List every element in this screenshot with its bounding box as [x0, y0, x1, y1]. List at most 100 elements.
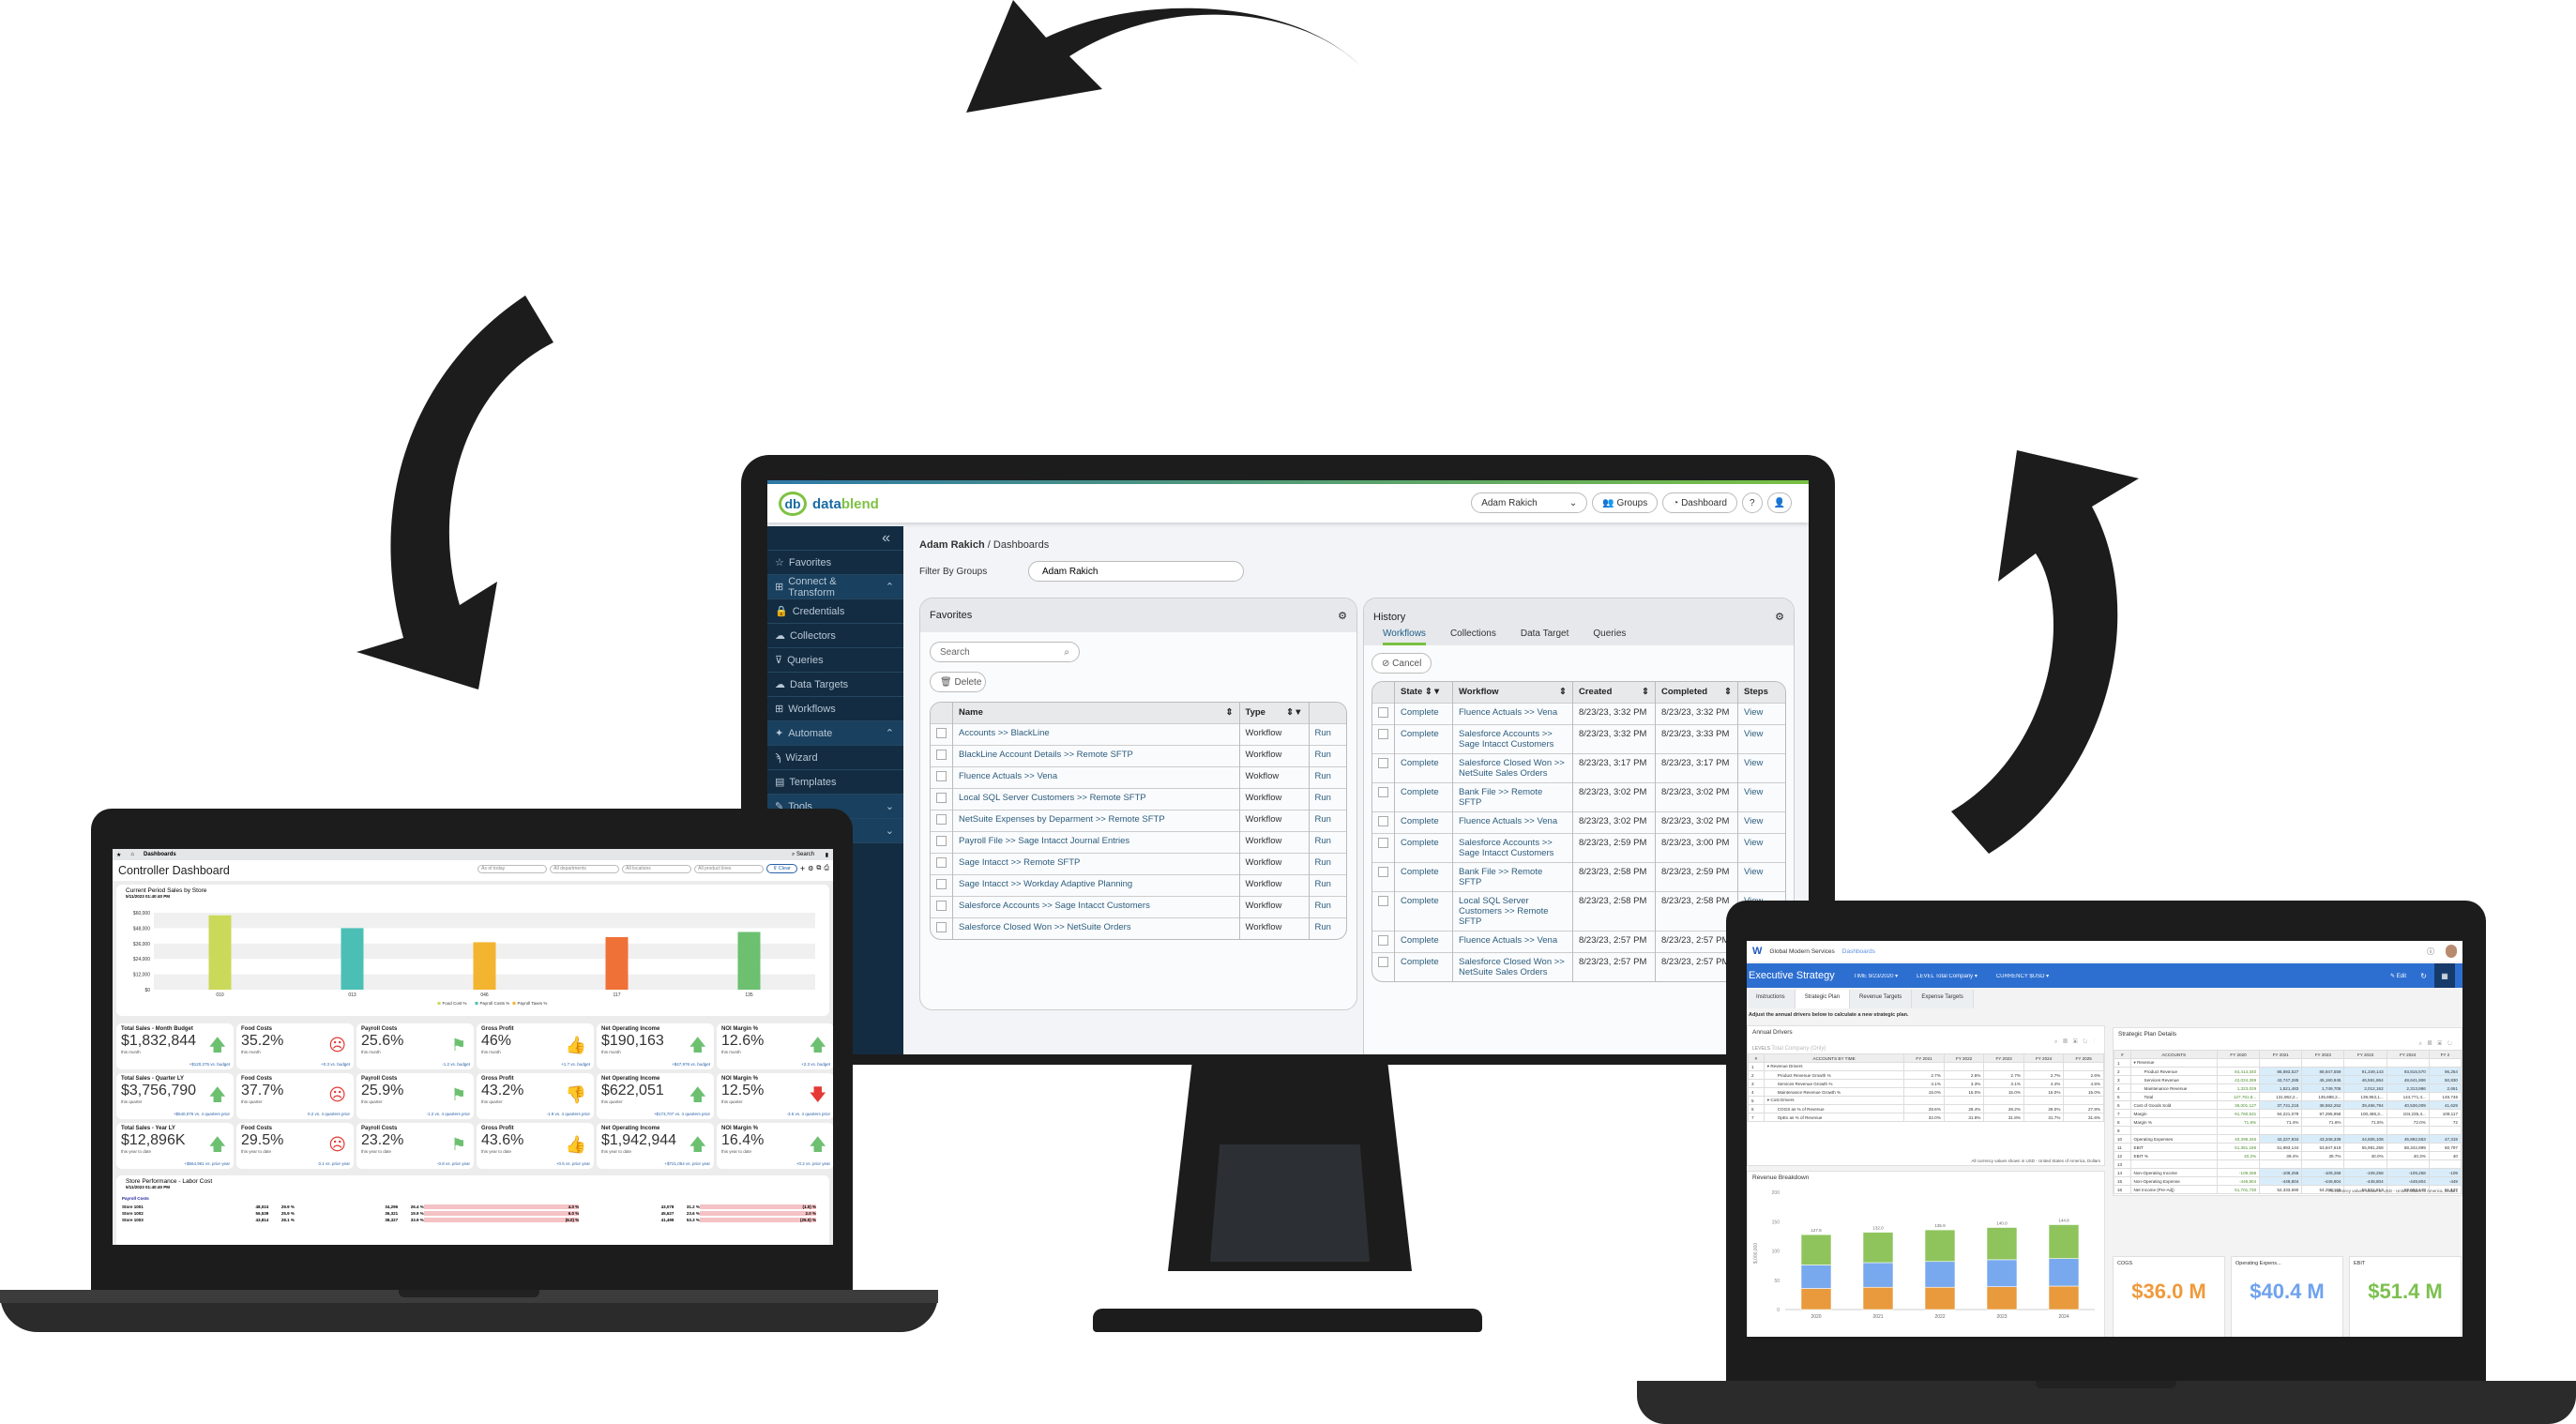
home-icon[interactable]: ⌂: [130, 852, 134, 857]
sidebar-collapse-button[interactable]: «: [767, 526, 903, 551]
copy-icon[interactable]: ⧉: [816, 865, 821, 872]
run-link[interactable]: Run: [1309, 873, 1346, 896]
table-cell[interactable]: -109: [2428, 1168, 2462, 1177]
bar-services-2021[interactable]: [1862, 1262, 1894, 1288]
table-cell[interactable]: 2,661: [2428, 1083, 2462, 1093]
table-cell[interactable]: 31.6%: [2063, 1113, 2104, 1122]
workflow-link[interactable]: Salesforce Closed Won >> NetSuite Orders: [952, 917, 1240, 939]
bar-117[interactable]: [605, 936, 629, 990]
table-cell[interactable]: 2.7%: [1983, 1070, 2024, 1080]
kpi-card[interactable]: Net Operating Income $190,163 this month +$…: [597, 1023, 714, 1069]
run-link[interactable]: Run: [1309, 722, 1346, 745]
table-cell[interactable]: 4.4%: [2023, 1079, 2065, 1088]
table-cell[interactable]: 60,797: [2428, 1143, 2462, 1152]
view-steps-link[interactable]: View: [1737, 781, 1785, 811]
bar-product-2020[interactable]: [1800, 1288, 1832, 1310]
table-cell[interactable]: 45,190,945: [2301, 1075, 2345, 1084]
workflow-link[interactable]: Salesforce Accounts >> Sage Intacct Cust…: [952, 895, 1240, 917]
kpi-card[interactable]: Total Sales - Month Budget $1,832,844 this…: [116, 1023, 234, 1069]
table-cell[interactable]: 38,592,252: [2301, 1100, 2345, 1110]
table-cell[interactable]: -449,804: [2343, 1176, 2387, 1186]
kpi-card[interactable]: Net Operating Income $1,942,944 this year …: [597, 1123, 714, 1169]
run-link[interactable]: Run: [1309, 917, 1346, 939]
table-cell[interactable]: 96,254: [2428, 1067, 2462, 1076]
kpi-card[interactable]: Total Sales - Year LY $12,896K this year t…: [116, 1123, 234, 1169]
table-cell[interactable]: 86,693,527: [2259, 1067, 2303, 1076]
table-cell[interactable]: 51,701,730: [2216, 1185, 2261, 1194]
table-cell[interactable]: -449: [2428, 1176, 2462, 1186]
sidebar-item-templates[interactable]: ▤ Templates: [767, 770, 903, 795]
row-checkbox[interactable]: [1378, 757, 1388, 768]
state-link[interactable]: Complete: [1394, 702, 1453, 724]
table-cell[interactable]: 39.7%: [2301, 1151, 2345, 1160]
table-cell[interactable]: 88,947,559: [2301, 1067, 2345, 1076]
workflow-link[interactable]: BlackLine Account Details >> Remote SFTP: [952, 744, 1240, 766]
kpi-tile[interactable]: Operating Expens... $40.4 M: [2231, 1256, 2343, 1337]
table-cell[interactable]: 72.0%: [2386, 1117, 2430, 1127]
filter-by-groups-input[interactable]: Adam Rakich: [1028, 561, 1244, 582]
state-link[interactable]: Complete: [1394, 930, 1453, 952]
col-workflow[interactable]: Workflow ⇕: [1452, 682, 1573, 703]
star-icon[interactable]: ★: [116, 852, 121, 858]
table-cell[interactable]: 94,221,079: [2259, 1109, 2303, 1118]
time-select[interactable]: TIME 9/23/2020 ▾: [1854, 973, 1898, 979]
table-cell[interactable]: 45,892,553: [2386, 1134, 2430, 1144]
table-cell[interactable]: 144,771,4...: [2386, 1092, 2430, 1101]
workflow-link[interactable]: Salesforce Closed Won >> NetSuite Sales …: [1452, 752, 1573, 782]
print-icon[interactable]: ⎙: [824, 865, 829, 872]
bar-services-2023[interactable]: [1986, 1259, 2018, 1287]
sidebar-item-favorites[interactable]: ☆ Favorites: [767, 551, 903, 575]
kpi-card[interactable]: Gross Profit 43.2% this quarter -1.9 vs. 4 …: [477, 1073, 594, 1119]
bar-product-2022[interactable]: [1924, 1286, 1956, 1310]
table-cell[interactable]: -109,258: [2343, 1168, 2387, 1177]
workflow-link[interactable]: Salesforce Accounts >> Sage Intacct Cust…: [1452, 832, 1573, 862]
tab-collections[interactable]: Collections: [1450, 629, 1496, 645]
table-cell[interactable]: 2.6%: [2063, 1070, 2104, 1080]
table-cell[interactable]: 39.4%: [2259, 1151, 2303, 1160]
chevron-icon[interactable]: ⌄: [886, 800, 894, 812]
table-cell[interactable]: 100,486,3...: [2343, 1109, 2387, 1118]
tab-revenue-targets[interactable]: Revenue Targets: [1850, 990, 1913, 1008]
settings-icon[interactable]: ⚙: [808, 865, 813, 872]
table-cell[interactable]: 51,361,186: [2216, 1143, 2261, 1152]
table-cell[interactable]: 52,333,690: [2259, 1185, 2303, 1194]
grid-view-icon[interactable]: ▦: [2434, 963, 2455, 988]
row-checkbox[interactable]: [936, 878, 947, 889]
col-state[interactable]: State ⇕▼: [1394, 682, 1453, 703]
kpi-card[interactable]: Food Costs 35.2% this month +0.3 vs. budget…: [236, 1023, 354, 1069]
table-cell[interactable]: 15.0%: [2023, 1087, 2065, 1097]
table-cell[interactable]: 71.8%: [2216, 1117, 2261, 1127]
kpi-card[interactable]: Gross Profit 43.6% this year to date +0.5 v…: [477, 1123, 594, 1169]
kpi-card[interactable]: Net Operating Income $622,051 this quarter…: [597, 1073, 714, 1119]
run-link[interactable]: Run: [1309, 744, 1346, 766]
col-completed[interactable]: Completed ⇕: [1655, 682, 1738, 703]
table-cell[interactable]: 31.9%: [1943, 1113, 1985, 1122]
kpi-card[interactable]: Payroll Costs 23.2% this year to date -0.8 …: [356, 1123, 474, 1169]
table-cell[interactable]: 50,830: [2428, 1075, 2462, 1084]
kpi-card[interactable]: Gross Profit 46% this month +1.7 vs. budget…: [477, 1023, 594, 1069]
table-cell[interactable]: 44,505,108: [2343, 1134, 2387, 1144]
run-link[interactable]: Run: [1309, 852, 1346, 874]
table-cell[interactable]: 28.6%: [1903, 1104, 1945, 1113]
groups-button[interactable]: 👥 Groups: [1592, 492, 1659, 513]
kpi-tile[interactable]: COGS $36.0 M: [2113, 1256, 2225, 1337]
table-cell[interactable]: 47,319: [2428, 1134, 2462, 1144]
row-checkbox[interactable]: [936, 813, 947, 825]
dashboards-link[interactable]: Dashboards: [1842, 948, 1875, 955]
plan-toolbar[interactable]: ⌕▤▣↻: [2418, 1041, 2458, 1048]
chevron-icon[interactable]: ⌃: [886, 581, 894, 593]
table-cell[interactable]: 72: [2428, 1117, 2462, 1127]
table-cell[interactable]: 1,323,029: [2216, 1083, 2261, 1093]
row-checkbox[interactable]: [936, 727, 947, 738]
row-checkbox[interactable]: [936, 900, 947, 911]
avatar[interactable]: [2446, 945, 2457, 958]
state-link[interactable]: Complete: [1394, 781, 1453, 811]
view-steps-link[interactable]: View: [1737, 832, 1785, 862]
table-cell[interactable]: 32.0%: [1903, 1113, 1945, 1122]
table-cell[interactable]: 39,466,794: [2343, 1100, 2387, 1110]
workflow-link[interactable]: Salesforce Closed Won >> NetSuite Sales …: [1452, 951, 1573, 981]
table-cell[interactable]: -449,804: [2259, 1176, 2303, 1186]
row-checkbox[interactable]: [1378, 837, 1388, 848]
row-checkbox[interactable]: [936, 749, 947, 760]
table-cell[interactable]: 135,888,2...: [2301, 1092, 2345, 1101]
